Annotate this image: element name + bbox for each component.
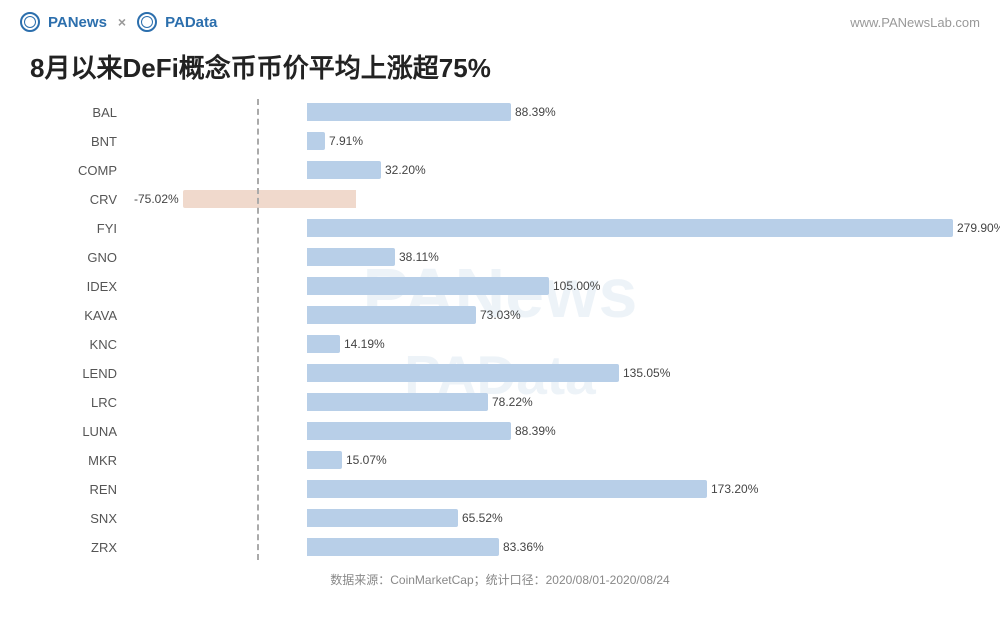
bar-track: -75.02%: [125, 188, 980, 210]
chart-title: 8月以来DeFi概念币币价平均上涨超75%: [0, 40, 1000, 99]
bar-positive: [307, 509, 458, 527]
padata-logo-icon: [137, 12, 157, 32]
bar-value-label: 88.39%: [515, 424, 556, 438]
bar-positive: [307, 335, 340, 353]
bars-wrapper: BAL 88.39% BNT 7.91% COMP 32.20% CRV -75.02% FYI…: [20, 99, 980, 560]
website-url: www.PANewsLab.com: [850, 15, 980, 30]
bar-track: 14.19%: [125, 333, 980, 355]
bar-value-label: 73.03%: [480, 308, 521, 322]
bar-track: 88.39%: [125, 101, 980, 123]
bar-row: COMP 32.20%: [75, 157, 980, 183]
bar-track: 135.05%: [125, 362, 980, 384]
bar-positive: [307, 538, 499, 556]
bar-row: GNO 38.11%: [75, 244, 980, 270]
bar-label: CRV: [75, 192, 125, 207]
bar-row: BNT 7.91%: [75, 128, 980, 154]
bar-track: 32.20%: [125, 159, 980, 181]
bar-value-label: 105.00%: [553, 279, 600, 293]
bar-track: 38.11%: [125, 246, 980, 268]
bar-value-label: 65.52%: [462, 511, 503, 525]
bar-value-label: 78.22%: [492, 395, 533, 409]
chart-footer: 数据来源：CoinMarketCap；统计口径：2020/08/01-2020/…: [0, 563, 1000, 592]
bar-value-label: 7.91%: [329, 134, 363, 148]
logo-area: PANews × PAData: [20, 12, 217, 32]
bar-label: SNX: [75, 511, 125, 526]
main-container: PANews × PAData www.PANewsLab.com 8月以来De…: [0, 0, 1000, 633]
bar-track: 173.20%: [125, 478, 980, 500]
bar-label: LUNA: [75, 424, 125, 439]
bar-row: LEND 135.05%: [75, 360, 980, 386]
bar-value-label: 38.11%: [399, 250, 439, 264]
separator: ×: [118, 14, 126, 30]
bar-label: FYI: [75, 221, 125, 236]
bar-value-label: 279.90%: [957, 221, 1000, 235]
bar-track: 65.52%: [125, 507, 980, 529]
panews-logo-icon: [20, 12, 40, 32]
bar-track: 105.00%: [125, 275, 980, 297]
bar-label: GNO: [75, 250, 125, 265]
bar-value-label: 83.36%: [503, 540, 544, 554]
bar-positive: [307, 277, 549, 295]
bar-positive: [307, 451, 342, 469]
bar-row: ZRX 83.36%: [75, 534, 980, 560]
bar-value-label: 14.19%: [344, 337, 385, 351]
bar-row: LRC 78.22%: [75, 389, 980, 415]
bar-row: SNX 65.52%: [75, 505, 980, 531]
bar-label: KNC: [75, 337, 125, 352]
bar-negative: [183, 190, 356, 208]
bar-label: BAL: [75, 105, 125, 120]
bar-row: REN 173.20%: [75, 476, 980, 502]
bar-row: IDEX 105.00%: [75, 273, 980, 299]
bar-positive: [307, 364, 619, 382]
bar-track: 83.36%: [125, 536, 980, 558]
bar-positive: [307, 422, 511, 440]
bar-value-label: 173.20%: [711, 482, 758, 496]
bar-track: 15.07%: [125, 449, 980, 471]
bar-value-label: 32.20%: [385, 163, 426, 177]
bar-value-label: 88.39%: [515, 105, 556, 119]
bar-value-label: -75.02%: [134, 192, 179, 206]
bar-positive: [307, 480, 707, 498]
bar-positive: [307, 103, 511, 121]
bar-label: LEND: [75, 366, 125, 381]
bar-label: MKR: [75, 453, 125, 468]
header: PANews × PAData www.PANewsLab.com: [0, 0, 1000, 40]
bar-track: 7.91%: [125, 130, 980, 152]
dashed-line: [257, 99, 259, 560]
chart-area: PANews PAData BAL88.39%BNT7.91%COMP32.20…: [0, 99, 1000, 560]
bar-value-label: 135.05%: [623, 366, 670, 380]
bar-track: 73.03%: [125, 304, 980, 326]
bar-positive: [307, 132, 325, 150]
bar-label: LRC: [75, 395, 125, 410]
bar-value-label: 15.07%: [346, 453, 387, 467]
bar-positive: [307, 161, 381, 179]
bar-positive: [307, 248, 395, 266]
bar-positive: [307, 219, 953, 237]
panews-text: PANews: [48, 14, 107, 31]
bar-positive: [307, 393, 488, 411]
bar-track: 88.39%: [125, 420, 980, 442]
bar-label: KAVA: [75, 308, 125, 323]
bar-row: FYI279.90%: [75, 215, 980, 241]
bar-label: REN: [75, 482, 125, 497]
bar-label: COMP: [75, 163, 125, 178]
bar-track: 78.22%: [125, 391, 980, 413]
bar-row: BAL 88.39%: [75, 99, 980, 125]
bar-row: KNC 14.19%: [75, 331, 980, 357]
bar-label: BNT: [75, 134, 125, 149]
bar-label: ZRX: [75, 540, 125, 555]
padata-text: PAData: [165, 14, 217, 31]
bar-row: KAVA 73.03%: [75, 302, 980, 328]
bar-row: CRV -75.02%: [75, 186, 980, 212]
bar-row: LUNA 88.39%: [75, 418, 980, 444]
bar-row: MKR 15.07%: [75, 447, 980, 473]
bar-positive: [307, 306, 476, 324]
bar-label: IDEX: [75, 279, 125, 294]
